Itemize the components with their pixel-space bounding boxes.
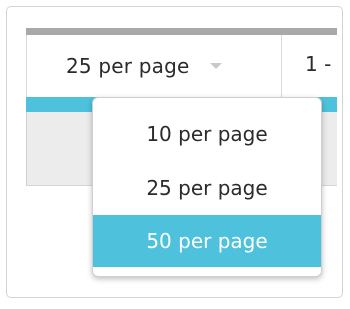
per-page-option-25[interactable]: 25 per page	[93, 161, 321, 215]
per-page-option-50[interactable]: 50 per page	[93, 215, 321, 267]
header-bar	[26, 28, 337, 35]
divider	[26, 112, 27, 186]
per-page-selected-label: 25 per page	[66, 54, 190, 78]
chevron-down-icon	[209, 63, 222, 69]
pagination-toolbar: 25 per page 1 -	[26, 35, 337, 98]
divider	[26, 35, 27, 97]
divider	[281, 35, 282, 97]
page-range-text: 1 -	[305, 52, 332, 76]
per-page-select[interactable]: 25 per page	[66, 52, 222, 80]
per-page-option-10[interactable]: 10 per page	[93, 107, 321, 161]
per-page-dropdown-menu: 10 per page 25 per page 50 per page	[92, 97, 322, 277]
